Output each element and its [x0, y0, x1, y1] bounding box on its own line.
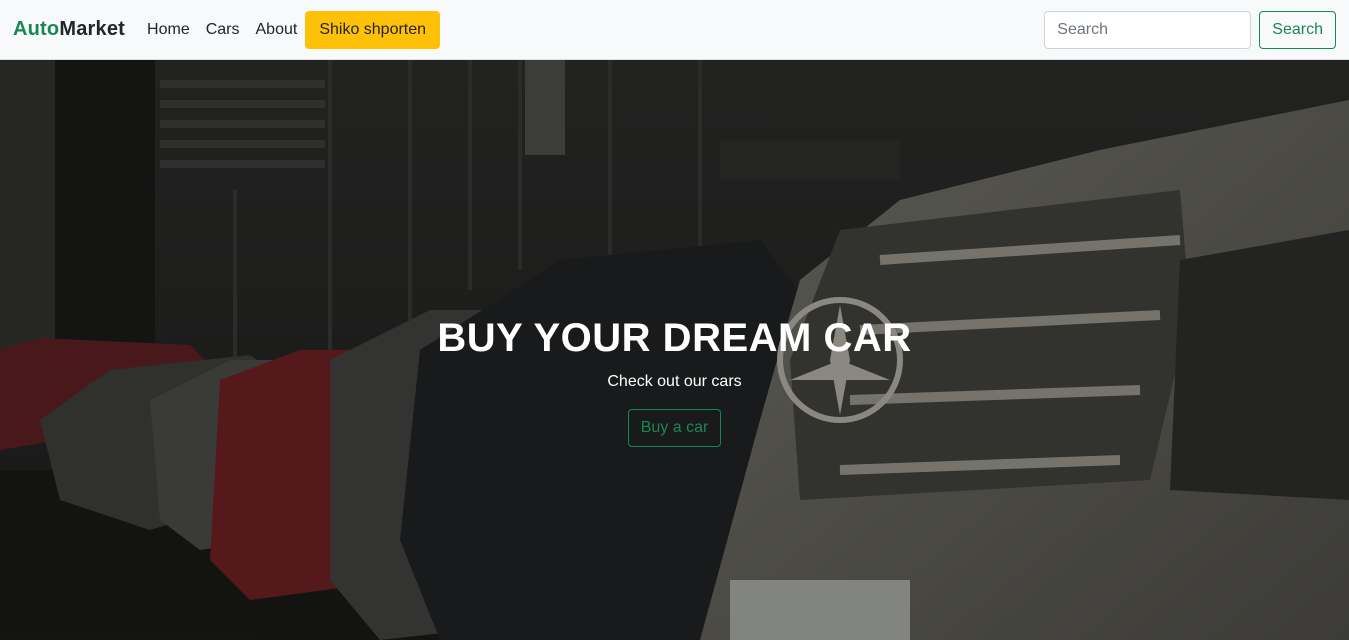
nav-link-home[interactable]: Home [147, 21, 190, 39]
brand-rest: Market [59, 18, 126, 40]
search-input[interactable] [1044, 10, 1252, 49]
hero-subtitle: Check out our cars [607, 373, 742, 390]
hero-title: BUY YOUR DREAM CAR [437, 316, 912, 360]
hero-content: BUY YOUR DREAM CAR Check out our cars Bu… [0, 316, 1349, 447]
search-button[interactable]: Search [1259, 10, 1336, 49]
nav-link-about[interactable]: About [256, 21, 298, 39]
search-form: Search [1044, 10, 1336, 49]
cart-button[interactable]: Shiko shporten [305, 10, 441, 49]
buy-car-button[interactable]: Buy a car [627, 409, 722, 447]
hero-banner: BUY YOUR DREAM CAR Check out our cars Bu… [0, 60, 1349, 640]
nav-link-cars[interactable]: Cars [206, 21, 240, 39]
brand-accent: Auto [13, 18, 60, 40]
nav-links: Home Cars About Shiko shporten [147, 10, 441, 49]
brand-logo[interactable]: AutoMarket [13, 18, 125, 41]
navbar: AutoMarket Home Cars About Shiko shporte… [0, 0, 1349, 60]
